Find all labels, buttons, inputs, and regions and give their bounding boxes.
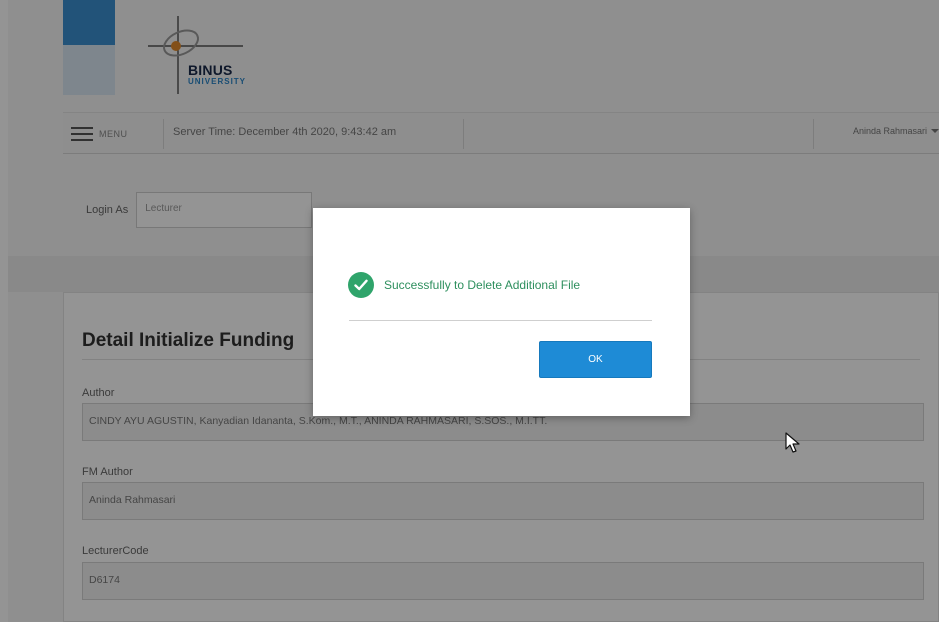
mouse-cursor-icon — [785, 432, 800, 453]
ok-button[interactable]: OK — [539, 341, 652, 378]
check-circle-icon — [348, 272, 374, 298]
success-dialog: Successfully to Delete Additional File O… — [313, 208, 690, 416]
dialog-divider — [349, 320, 652, 321]
dialog-message: Successfully to Delete Additional File — [384, 278, 581, 292]
dialog-message-row: Successfully to Delete Additional File — [348, 272, 580, 298]
